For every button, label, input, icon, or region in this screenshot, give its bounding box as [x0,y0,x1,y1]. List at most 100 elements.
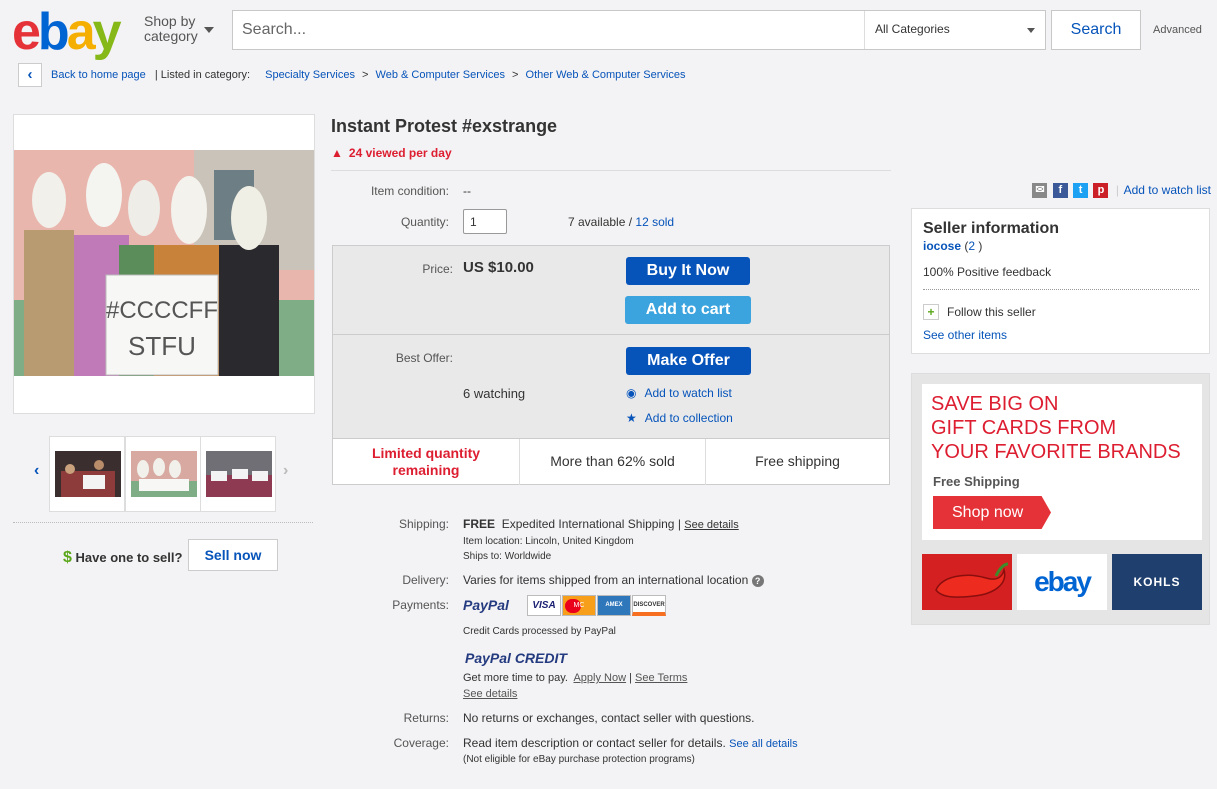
plus-icon: + [923,304,939,320]
breadcrumb-item-other[interactable]: Other Web & Computer Services [526,69,686,81]
divider [923,289,1199,290]
item-location: Item location: Lincoln, United Kingdom [463,536,634,547]
kohls-gift-card[interactable]: KOHLS [1112,554,1202,610]
amex-icon: AMEX [597,595,631,616]
see-details-credit-link[interactable]: See details [463,688,517,700]
breadcrumb-item-web[interactable]: Web & Computer Services [376,69,505,81]
delivery-label: Delivery: [402,573,449,587]
price-panel: Price: US $10.00 Buy It Now Add to cart … [332,245,890,485]
divider [13,522,313,523]
email-icon[interactable]: ✉ [1032,183,1048,199]
logo-letter-y: y [92,3,122,61]
seller-feedback: 100% Positive feedback [923,265,1052,279]
seller-info-box: Seller information iocose (2 ) 100% Posi… [911,208,1210,354]
gift-card-ad[interactable]: SAVE BIG ON GIFT CARDS FROM YOUR FAVORIT… [911,373,1210,625]
shop-by-line1: Shop by [144,13,196,29]
delivery-value: Varies for items shipped from an interna… [463,573,764,587]
viewed-per-day: ▲ 24 viewed per day [331,146,452,160]
shop-now-button[interactable]: Shop now [933,496,1051,529]
have-one-to-sell: $ Have one to sell? [63,549,182,567]
see-other-items-link[interactable]: See other items [923,328,1007,342]
best-offer-label: Best Offer: [395,351,453,365]
search-bar: Search... All Categories [232,10,1046,50]
breadcrumb-separator: > [362,69,369,81]
divider [333,334,889,335]
ebay-gift-card[interactable]: ebay [1017,554,1107,610]
shop-by-line2: category [144,27,214,44]
ebay-logo[interactable]: ebay [12,3,122,61]
see-all-details-link[interactable]: See all details [729,738,798,750]
shipping-value: FREE Expedited International Shipping | … [463,517,739,531]
add-collection-link[interactable]: ★ Add to collection [626,411,733,425]
paypal-logo: PayPal [463,597,509,613]
thumbnail-1[interactable] [49,436,125,512]
next-arrow-icon[interactable]: › [283,462,288,480]
sold-link[interactable]: 12 sold [635,215,674,229]
ad-line-3: YOUR FAVORITE BRANDS [931,441,1181,463]
follow-seller-link[interactable]: + Follow this seller [923,304,1036,320]
main-product-photo[interactable]: #CCCCFF STFU [14,150,314,376]
watching-count: 6 watching [463,386,526,401]
discover-icon: DISCOVER [632,595,666,616]
percent-sold-badge: More than 62% sold [519,439,705,485]
apply-now-link[interactable]: Apply Now [573,672,626,684]
make-offer-button[interactable]: Make Offer [626,347,751,375]
facebook-icon[interactable]: f [1052,183,1068,199]
chevron-down-icon [203,27,214,33]
urgency-strip: Limited quantity remaining More than 62%… [333,438,889,485]
shipping-label: Shipping: [398,517,449,531]
star-icon: ★ [626,411,637,425]
see-terms-link[interactable]: See Terms [635,672,687,684]
ad-free-shipping: Free Shipping [933,474,1020,489]
returns-label: Returns: [403,711,449,725]
shipping-free: FREE [463,517,496,531]
available-text: 7 available / [568,215,633,229]
fire-icon: ▲ [331,146,343,160]
returns-value: No returns or exchanges, contact seller … [463,711,755,725]
back-to-home-link[interactable]: Back to home page [51,69,146,81]
thumbnail-3[interactable] [200,436,276,512]
ad-headline: SAVE BIG ON GIFT CARDS FROM YOUR FAVORIT… [931,392,1201,464]
buy-it-now-button[interactable]: Buy It Now [626,257,750,285]
pinterest-icon[interactable]: p [1093,183,1109,199]
listed-in-label: | Listed in category: [154,69,251,81]
availability: 7 available / 12 sold [568,215,674,229]
search-input[interactable]: Search... [242,21,306,39]
add-to-cart-button[interactable]: Add to cart [625,296,751,324]
sell-now-button[interactable]: Sell now [188,539,278,571]
breadcrumb-separator: > [512,69,519,81]
twitter-icon[interactable]: t [1073,183,1089,199]
help-icon[interactable]: ? [751,575,764,587]
seller-heading: Seller information [923,220,1060,237]
seller-score-link[interactable]: 2 [968,239,975,253]
thumbnail-2[interactable] [125,436,201,512]
visa-icon: VISA [527,595,561,616]
viewed-text: 24 viewed per day [348,146,452,160]
shop-by-category[interactable]: Shop by category [144,13,214,44]
breadcrumb-item-specialty[interactable]: Specialty Services [265,69,355,81]
seller-name-link[interactable]: iocose [923,239,961,253]
quantity-input[interactable]: 1 [463,209,507,234]
paypal-credit-logo: PayPal CREDIT [465,650,567,666]
add-collection-label: Add to collection [644,411,733,425]
share-row: ✉ f t p | Add to watch list [1032,183,1211,199]
item-title: Instant Protest #exstrange [331,116,558,136]
back-arrow-icon[interactable]: ‹ [18,63,42,87]
search-button[interactable]: Search [1051,10,1141,50]
prev-arrow-icon[interactable]: ‹ [34,462,39,480]
mastercard-icon: MC [562,595,596,616]
see-details-link[interactable]: See details [684,519,738,531]
advanced-search-link[interactable]: Advanced [1153,24,1202,36]
have-one-label: Have one to sell? [75,550,183,565]
chilis-gift-card[interactable] [922,554,1012,610]
add-watch-label: Add to watch list [644,386,732,400]
eye-icon: ◉ [626,386,637,400]
add-watch-list-link[interactable]: ◉ Add to watch list [626,386,732,400]
payments-label: Payments: [392,598,449,612]
breadcrumb: Back to home page | Listed in category: … [51,69,685,81]
add-to-watch-list-link[interactable]: Add to watch list [1124,183,1211,197]
quantity-label: Quantity: [400,215,449,229]
category-select[interactable]: All Categories [864,11,1046,49]
price-value: US $10.00 [463,259,534,276]
seller-name-row: iocose (2 ) [923,239,983,253]
